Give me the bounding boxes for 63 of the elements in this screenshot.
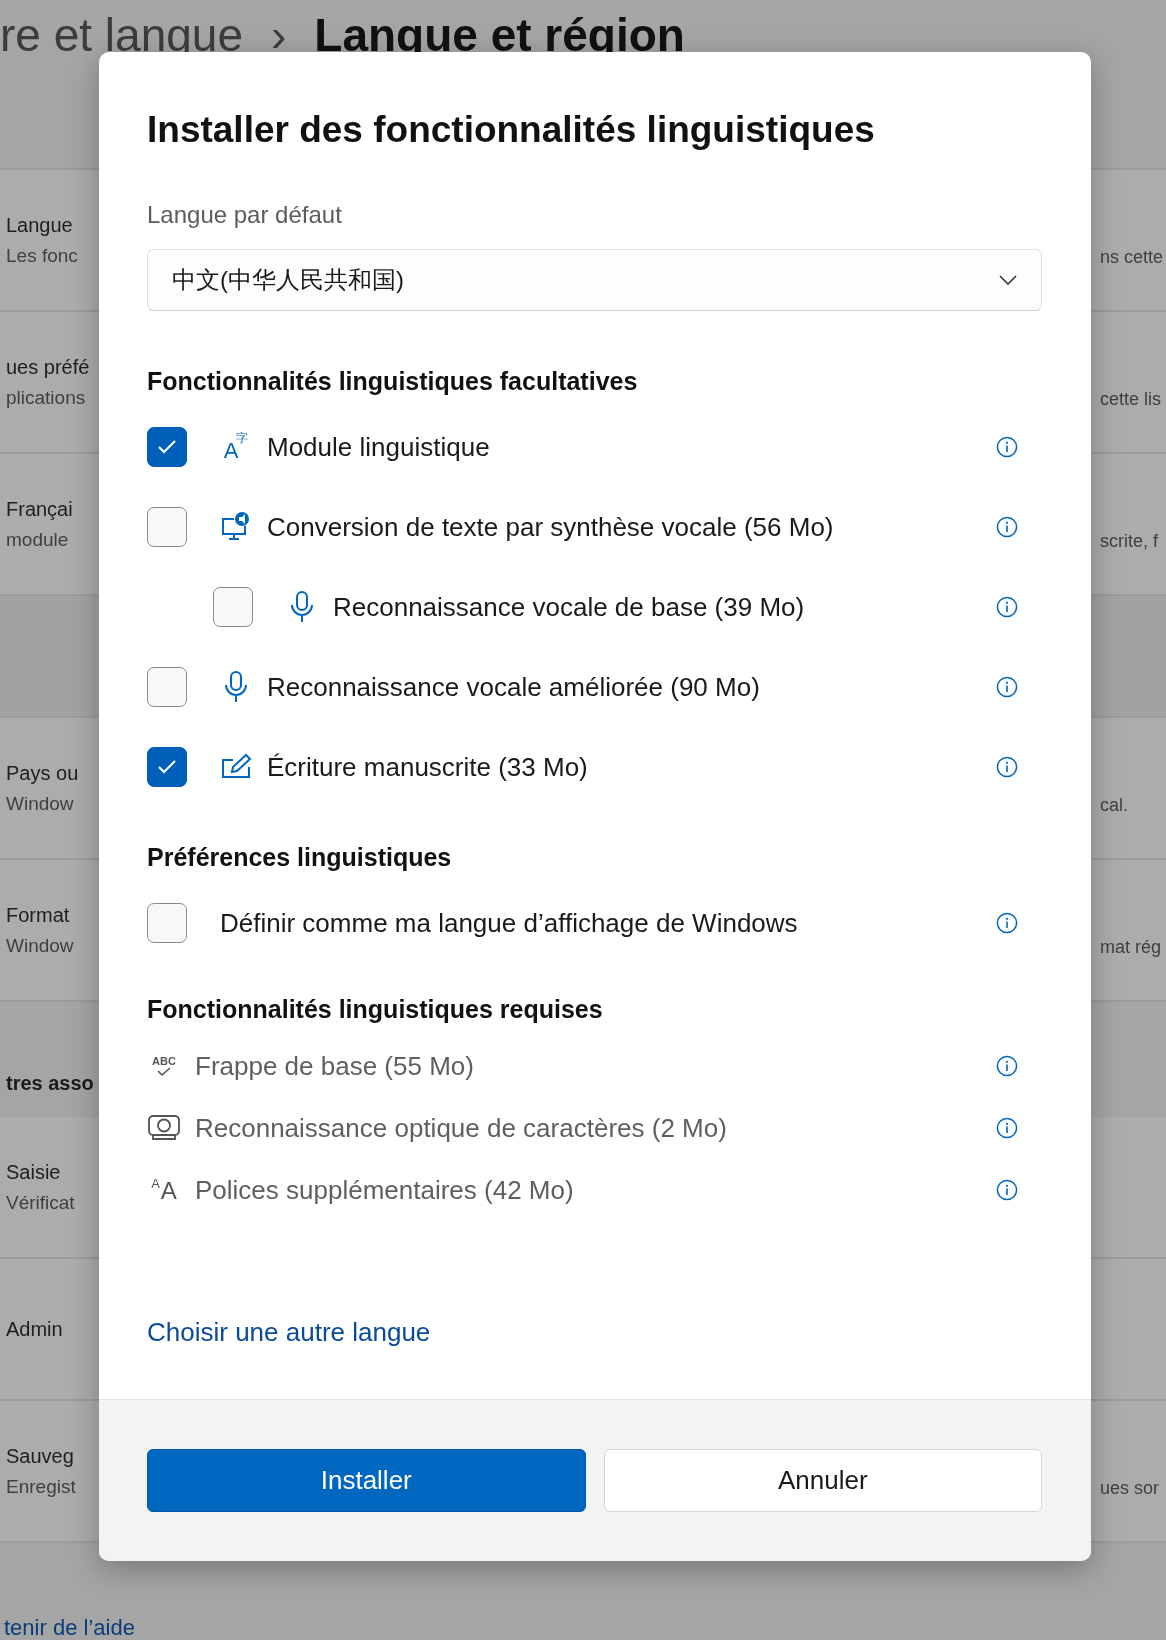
option-label: Reconnaissance vocale améliorée (90 Mo) bbox=[267, 671, 761, 703]
option-label: Module linguistique bbox=[267, 431, 491, 463]
info-icon[interactable] bbox=[996, 1179, 1018, 1201]
info-icon[interactable] bbox=[996, 516, 1018, 538]
chevron-down-icon bbox=[999, 275, 1017, 285]
checkmark-icon bbox=[157, 759, 177, 775]
checkbox[interactable] bbox=[147, 427, 187, 467]
setting-description: Enregist bbox=[6, 1475, 77, 1498]
checkbox[interactable] bbox=[147, 667, 187, 707]
dialog-title: Installer des fonctionnalités linguistiques bbox=[147, 108, 876, 152]
setting-description: Window bbox=[6, 934, 75, 957]
info-icon[interactable] bbox=[996, 1117, 1018, 1139]
section-heading: Fonctionnalités linguistiques requises bbox=[147, 995, 604, 1023]
setting-title: Françai bbox=[6, 497, 74, 521]
section-heading: Fonctionnalités linguistiques facultatives bbox=[147, 367, 639, 395]
setting-description: ns cette bbox=[1099, 246, 1165, 268]
checkbox[interactable] bbox=[147, 507, 187, 547]
checkbox[interactable] bbox=[213, 587, 253, 627]
info-icon[interactable] bbox=[996, 912, 1018, 934]
setting-description: cette lis bbox=[1099, 388, 1163, 410]
option-label: Reconnaissance vocale de base (39 Mo) bbox=[333, 591, 806, 623]
field-label: Langue par défaut bbox=[147, 201, 343, 229]
setting-description: module bbox=[6, 528, 70, 551]
setting-title: ues préfé bbox=[6, 355, 91, 379]
info-icon[interactable] bbox=[996, 596, 1018, 618]
cancel-button[interactable]: Annuler bbox=[603, 1449, 1042, 1512]
pen-icon bbox=[220, 753, 252, 781]
setting-title: Langue bbox=[6, 213, 74, 237]
info-icon[interactable] bbox=[996, 1055, 1018, 1077]
setting-title: Admin bbox=[6, 1317, 64, 1341]
checkbox[interactable] bbox=[147, 747, 187, 787]
feature-label: Reconnaissance optique de caractères (2 Mo) bbox=[195, 1112, 728, 1144]
choose-language-link[interactable]: Choisir une autre langue bbox=[147, 1318, 431, 1346]
setting-title: Pays ou bbox=[6, 761, 80, 785]
setting-title: Sauveg bbox=[6, 1444, 75, 1468]
checkmark-icon bbox=[157, 439, 177, 455]
setting-description: ues sor bbox=[1099, 1477, 1161, 1499]
microphone-icon bbox=[290, 591, 314, 623]
setting-description: mat rég bbox=[1099, 936, 1163, 958]
language-dropdown[interactable]: 中文(中华人民共和国) bbox=[147, 249, 1042, 311]
section-heading: Préférences linguistiques bbox=[147, 843, 453, 871]
setting-description: scrite, f bbox=[1099, 530, 1159, 552]
setting-description: plications bbox=[6, 386, 87, 409]
checkbox[interactable] bbox=[147, 903, 187, 943]
setting-description: Les fonc bbox=[6, 244, 79, 267]
setting-title: Saisie bbox=[6, 1160, 62, 1184]
setting-description: cal. bbox=[1099, 794, 1129, 816]
option-label: Écriture manuscrite (33 Mo) bbox=[267, 751, 589, 783]
feature-label: Frappe de base (55 Mo) bbox=[195, 1050, 475, 1082]
option-label: Définir comme ma langue d’affichage de Windows bbox=[220, 907, 799, 939]
monitor-speaker-icon bbox=[220, 512, 252, 542]
feature-label: Polices supplémentaires (42 Mo) bbox=[195, 1174, 575, 1206]
install-button[interactable]: Installer bbox=[147, 1449, 586, 1512]
info-icon[interactable] bbox=[996, 676, 1018, 698]
microphone-icon bbox=[224, 671, 248, 703]
info-icon[interactable] bbox=[996, 436, 1018, 458]
option-label: Conversion de texte par synthèse vocale (56 Mo) bbox=[267, 511, 835, 543]
setting-description: Window bbox=[6, 792, 75, 815]
camera-icon bbox=[148, 1115, 180, 1141]
setting-title: Format bbox=[6, 903, 71, 927]
info-icon[interactable] bbox=[996, 756, 1018, 778]
section-heading: tres asso bbox=[6, 1072, 94, 1095]
setting-description: Vérificat bbox=[6, 1191, 76, 1214]
